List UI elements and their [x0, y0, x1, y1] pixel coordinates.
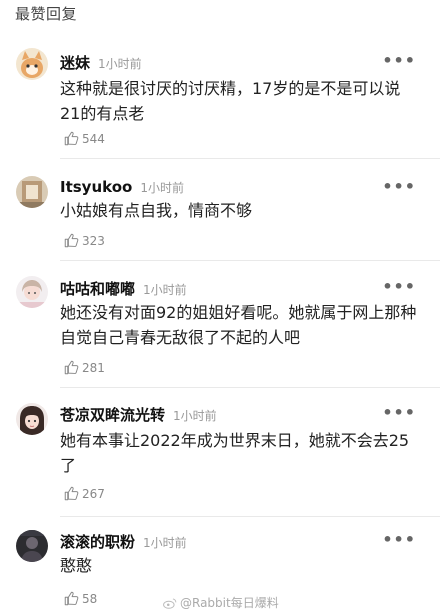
author-name[interactable]: 苍凉双眸流光转 — [60, 406, 165, 424]
like-button[interactable]: 281 — [64, 360, 105, 375]
watermark-text: @Rabbit每日爆料 — [180, 596, 279, 610]
comment-text: 憨憨 — [60, 556, 93, 575]
more-options-icon[interactable]: ••• — [382, 403, 416, 422]
author-name[interactable]: 迷妹 — [60, 54, 90, 72]
author-name[interactable]: 咕咕和嘟嘟 — [60, 280, 135, 298]
divider — [60, 260, 440, 261]
avatar[interactable] — [16, 48, 48, 80]
author-name[interactable]: Itsyukoo — [60, 178, 132, 196]
comment-time: 1小时前 — [143, 283, 187, 297]
thumbs-up-icon — [64, 131, 79, 146]
comment-author[interactable]: 迷妹 1小时前 — [60, 52, 142, 73]
like-count: 267 — [82, 486, 105, 501]
comment-author[interactable]: 咕咕和嘟嘟 1小时前 — [60, 278, 187, 299]
thumbs-up-icon — [64, 233, 79, 248]
divider — [60, 387, 440, 388]
like-count: 544 — [82, 131, 105, 146]
more-options-icon[interactable]: ••• — [382, 177, 416, 196]
comment-time: 1小时前 — [173, 409, 217, 423]
like-count: 58 — [82, 591, 98, 606]
avatar[interactable] — [16, 403, 48, 435]
comment-text: 小姑娘有点自我，情商不够 — [60, 201, 253, 220]
like-button[interactable]: 267 — [64, 486, 105, 501]
comment-text: 她有本事让2022年成为世界末日，她就不会去25了 — [60, 431, 410, 475]
thumbs-up-icon — [64, 591, 79, 606]
author-name[interactable]: 滚滚的职粉 — [60, 533, 135, 551]
thumbs-up-icon — [64, 486, 79, 501]
watermark: @Rabbit每日爆料 — [163, 594, 279, 611]
like-button[interactable]: 323 — [64, 233, 105, 248]
more-options-icon[interactable]: ••• — [382, 51, 416, 70]
thumbs-up-icon — [64, 360, 79, 375]
comment-author[interactable]: Itsyukoo 1小时前 — [60, 178, 184, 196]
like-button[interactable]: 544 — [64, 131, 105, 146]
comment-time: 1小时前 — [143, 536, 187, 550]
divider — [60, 516, 440, 517]
like-count: 323 — [82, 233, 105, 248]
avatar[interactable] — [16, 276, 48, 308]
more-options-icon[interactable]: ••• — [382, 530, 416, 549]
comment-author[interactable]: 滚滚的职粉 1小时前 — [60, 531, 187, 552]
more-options-icon[interactable]: ••• — [382, 277, 416, 296]
weibo-logo-icon — [163, 597, 177, 609]
comment-text: 这种就是很讨厌的讨厌精，17岁的是不是可以说21的有点老 — [60, 79, 401, 123]
like-button[interactable]: 58 — [64, 591, 97, 606]
section-title: 最赞回复 — [15, 5, 78, 23]
like-count: 281 — [82, 360, 105, 375]
comment-author[interactable]: 苍凉双眸流光转 1小时前 — [60, 404, 217, 425]
comment-time: 1小时前 — [140, 181, 184, 195]
comment-time: 1小时前 — [98, 57, 142, 71]
comment-text: 她还没有对面92的姐姐好看呢。她就属于网上那种自觉自己青春无敌很了不起的人吧 — [60, 303, 417, 347]
avatar[interactable] — [16, 530, 48, 562]
divider — [60, 158, 440, 159]
avatar[interactable] — [16, 176, 48, 208]
